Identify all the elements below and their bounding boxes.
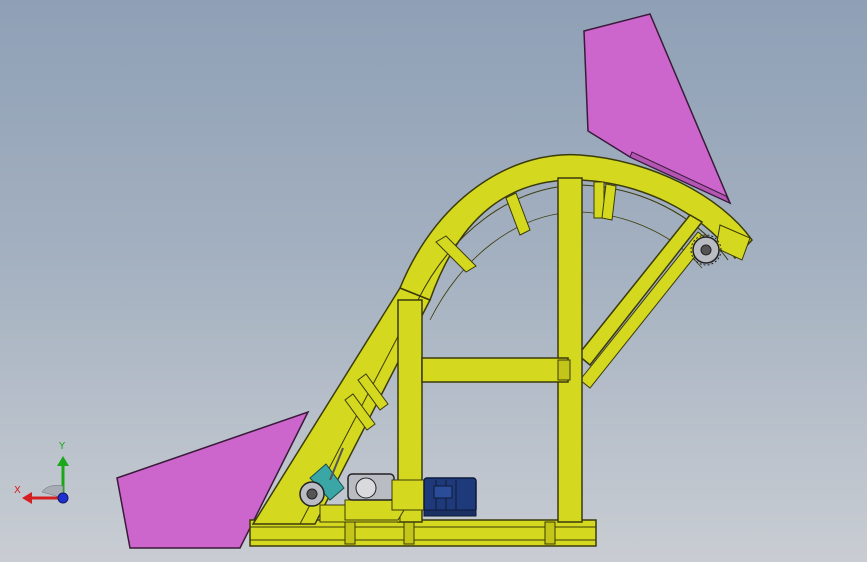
motor-terminal-box [433,485,453,499]
cross-beam-bracket [557,359,571,381]
y-axis-arrow [57,456,69,466]
arch-brace [505,192,531,236]
triad-graphic [22,456,69,504]
diagonal-support[interactable] [576,214,704,367]
head-sprocket-hub [700,244,712,256]
base-joint [403,521,415,545]
base-joint [344,521,356,545]
tail-sprocket-hub [306,488,318,500]
base-joint [544,521,556,545]
coordinate-triad: Y X [12,440,82,510]
y-axis-label: Y [59,441,66,452]
cad-viewport[interactable]: Y X [0,0,867,562]
x-axis-arrow [22,492,32,504]
conveyor-model[interactable] [0,0,867,562]
reducer-flange [355,477,377,499]
diagonal-support [579,231,709,389]
motor-coupling [391,479,427,511]
x-axis-label: X [14,485,21,496]
motor-base [423,509,477,517]
cross-beam[interactable] [421,357,569,383]
z-axis-icon [57,492,69,504]
right-column[interactable] [557,177,583,523]
